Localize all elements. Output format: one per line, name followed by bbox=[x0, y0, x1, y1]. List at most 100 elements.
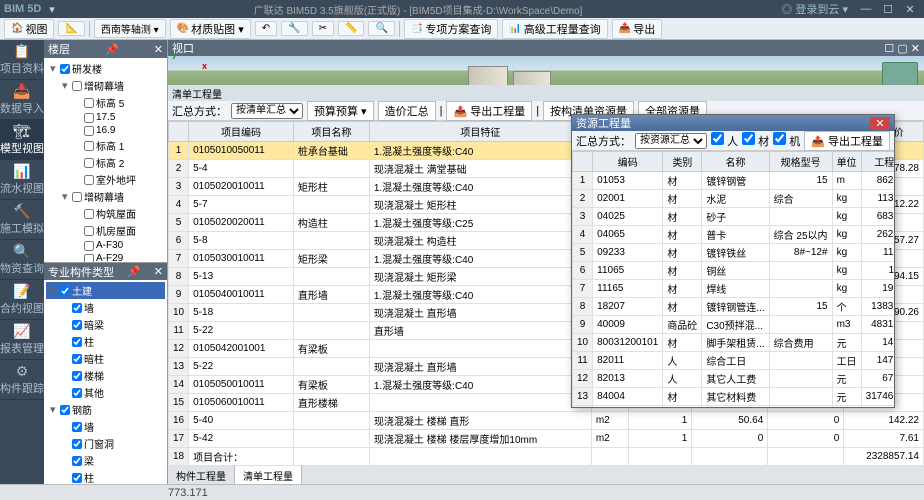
qty-tabs: 构件工程量 清单工程量 bbox=[168, 466, 924, 484]
tree-node[interactable]: 16.9 bbox=[46, 124, 165, 137]
nav-构件跟踪[interactable]: ⚙构件跟踪 bbox=[0, 360, 44, 400]
type-tree[interactable]: ▾土建墙暗梁柱暗柱楼梯其他▾钢筋墙门窗洞梁柱暗柱其他▾给排水管道(水)阀门法兰(… bbox=[44, 280, 167, 484]
table-row[interactable]: 1080031200101材脚手架租赁...综合费用元14.5644806990… bbox=[573, 334, 895, 352]
tree-node[interactable]: ▾土建 bbox=[46, 282, 165, 299]
status-bar: 773.171 bbox=[0, 484, 924, 500]
table-row[interactable]: 509233材镀锌铁丝8#~12#kg11.8353.8545.56 bbox=[573, 244, 895, 262]
table-row[interactable]: 1282013人其它人工费元67.628167.63 bbox=[573, 370, 895, 388]
table-row[interactable]: 165-40现浇混凝土 楼梯 直形m2150.640142.22 bbox=[169, 412, 924, 430]
nav-物资查询[interactable]: 🔍物资查询 bbox=[0, 240, 44, 280]
table-row[interactable]: 611065材铜丝kg11.657.486.21 bbox=[573, 262, 895, 280]
close-button[interactable]: ✕ bbox=[900, 2, 920, 16]
export-button[interactable]: 📤 导出 bbox=[612, 19, 662, 39]
tool-icon-3[interactable]: 🔧 bbox=[281, 21, 307, 36]
title-bar: BIM 5D ▾ 广联达 BIM5D 3.5旗舰版(正式版) - [BIM5D项… bbox=[0, 0, 924, 18]
nav-合约视图[interactable]: 📝合约视图 bbox=[0, 280, 44, 320]
tree-node[interactable]: 室外地坪 bbox=[46, 171, 165, 188]
tool-icon-5[interactable]: 📏 bbox=[338, 21, 364, 36]
advanced-query-button[interactable]: 📊 高级工程量查询 bbox=[502, 19, 607, 39]
table-row[interactable]: 1484005机其它机具费元663.8481663.85 bbox=[573, 406, 895, 408]
tab-list-qty[interactable]: 清单工程量 bbox=[235, 466, 302, 484]
3d-viewport[interactable]: y z x bbox=[168, 56, 924, 85]
resource-export-button[interactable]: 📤 导出工程量 bbox=[804, 131, 890, 151]
main-toolbar: 🏠 视图 📐 西南等轴测 ▾ 🎨 材质贴图 ▾ ↶ 🔧 ✂ 📏 🔍 📑 专项方案… bbox=[0, 18, 924, 40]
tree-node[interactable]: 17.5 bbox=[46, 111, 165, 124]
floor-tree[interactable]: ▾研发楼▾增砌幕墙标高 517.516.9标高 1标高 2室外地坪▾增砌幕墙构筑… bbox=[44, 58, 167, 262]
resource-table[interactable]: 编码类别名称规格型号单位工程量单价合价(元)101053材镀锌钢管15m862.… bbox=[572, 151, 894, 407]
tree-node[interactable]: 墙 bbox=[46, 418, 165, 435]
app-logo: BIM 5D bbox=[4, 3, 41, 15]
tool-icon-6[interactable]: 🔍 bbox=[368, 21, 394, 36]
tree-node[interactable]: ▾研发楼 bbox=[46, 60, 165, 77]
view-button[interactable]: 🏠 视图 bbox=[4, 19, 54, 39]
nav-施工模拟[interactable]: 🔨施工模拟 bbox=[0, 200, 44, 240]
resource-close-button[interactable]: ✕ bbox=[870, 117, 890, 130]
minimize-button[interactable]: — bbox=[856, 2, 876, 16]
tree-node[interactable]: 梁 bbox=[46, 452, 165, 469]
tree-node[interactable]: 其他 bbox=[46, 384, 165, 401]
nav-模型视图[interactable]: 🏗模型视图 bbox=[0, 120, 44, 160]
panel-close-icon[interactable]: ✕ bbox=[154, 43, 163, 56]
filter-machine[interactable]: 机 bbox=[773, 132, 800, 149]
tree-node[interactable]: 标高 2 bbox=[46, 154, 165, 171]
viewport-controls[interactable]: ☐ ▢ ✕ bbox=[884, 42, 920, 55]
table-row[interactable]: 202001材水泥综合kg113.2770.3741.91 bbox=[573, 190, 895, 208]
tree-node[interactable]: ▾钢筋 bbox=[46, 401, 165, 418]
table-row[interactable]: 940009商品砼C30预拌混...m34831.7134101981002.3… bbox=[573, 316, 895, 334]
tree-node[interactable]: 门窗洞 bbox=[46, 435, 165, 452]
tree-node[interactable]: 暗柱 bbox=[46, 350, 165, 367]
summary-mode-select[interactable]: 按清单汇总 bbox=[231, 103, 303, 119]
tree-node[interactable]: 柱 bbox=[46, 333, 165, 350]
axis-select[interactable]: 西南等轴测 ▾ bbox=[94, 19, 166, 38]
table-row[interactable]: 1182011人综合工日工日147.09132.534784.88 bbox=[573, 352, 895, 370]
nav-报表管理[interactable]: 📈报表管理 bbox=[0, 320, 44, 360]
axis-gizmo[interactable]: y z x bbox=[172, 56, 212, 81]
table-row[interactable]: 711165材焊线kg19.4434.6790.8 bbox=[573, 280, 895, 298]
tree-node[interactable]: 标高 5 bbox=[46, 94, 165, 111]
status-coord: 773.171 bbox=[168, 487, 208, 499]
resource-summary-select[interactable]: 按资源汇总 bbox=[635, 133, 707, 149]
tree-node[interactable]: A-F29 bbox=[46, 252, 165, 262]
table-row[interactable]: 101053材镀锌钢管15m862.2593.993440.41 bbox=[573, 172, 895, 190]
resource-floating-panel[interactable]: 资源工程量 ✕ 汇总方式： 按资源汇总 人 材 机 📤 导出工程量 编码类别名称… bbox=[571, 114, 895, 408]
nav-流水视图[interactable]: 📊流水视图 bbox=[0, 160, 44, 200]
special-query-button[interactable]: 📑 专项方案查询 bbox=[404, 19, 498, 39]
filter-person[interactable]: 人 bbox=[711, 132, 738, 149]
tree-node[interactable]: ▾增砌幕墙 bbox=[46, 77, 165, 94]
tab-component-qty[interactable]: 构件工程量 bbox=[168, 466, 235, 484]
table-row[interactable]: 404065材普卡综合 25以内kg262.0590.45117.93 bbox=[573, 226, 895, 244]
table-row[interactable]: 1384004材其它材料费元31746.666131746.65 bbox=[573, 388, 895, 406]
tool-icon-4[interactable]: ✂ bbox=[312, 21, 334, 36]
nav-项目资料[interactable]: 📋项目资料 bbox=[0, 40, 44, 80]
table-row[interactable]: 818207材镀锌钢管连...15个1383.8410.52719.6 bbox=[573, 298, 895, 316]
tree-node[interactable]: 楼梯 bbox=[46, 367, 165, 384]
budget-select[interactable]: 预算预算 ▾ bbox=[307, 101, 374, 121]
maximize-button[interactable]: ☐ bbox=[878, 2, 898, 16]
tool-icon-1[interactable]: 📐 bbox=[58, 21, 84, 36]
tree-node[interactable]: 标高 1 bbox=[46, 137, 165, 154]
filter-material[interactable]: 材 bbox=[742, 132, 769, 149]
tree-node[interactable]: ▾增砌幕墙 bbox=[46, 188, 165, 205]
view-cube[interactable] bbox=[882, 62, 918, 85]
cost-summary-button[interactable]: 造价汇总 bbox=[378, 101, 436, 121]
material-button[interactable]: 🎨 材质贴图 ▾ bbox=[170, 19, 251, 39]
tree-node[interactable]: 构筑屋面 bbox=[46, 205, 165, 222]
user-menu[interactable]: ◎ 登录到云 ▾ bbox=[781, 1, 848, 17]
floor-panel-header: 楼层 📌 ✕ bbox=[44, 40, 167, 58]
pin-icon[interactable]: 📌 bbox=[127, 265, 141, 278]
qty-panel-title: 清单工程量 bbox=[168, 85, 924, 101]
tree-node[interactable]: A-F30 bbox=[46, 239, 165, 252]
nav-数据导入[interactable]: 📥数据导入 bbox=[0, 80, 44, 120]
panel-close-icon[interactable]: ✕ bbox=[154, 265, 163, 278]
tree-node[interactable]: 墙 bbox=[46, 299, 165, 316]
tool-icon-2[interactable]: ↶ bbox=[255, 21, 277, 36]
table-row[interactable]: 18项目合计：2328857.14 bbox=[169, 448, 924, 466]
pin-icon[interactable]: 📌 bbox=[105, 43, 119, 56]
table-row[interactable]: 304025材砂子kg683.0440.0427.32 bbox=[573, 208, 895, 226]
tree-node[interactable]: 机房屋面 bbox=[46, 222, 165, 239]
resource-panel-header[interactable]: 资源工程量 ✕ bbox=[572, 115, 894, 131]
tree-node[interactable]: 暗梁 bbox=[46, 316, 165, 333]
export-qty-button[interactable]: 📤 导出工程量 bbox=[446, 101, 532, 121]
table-row[interactable]: 175-42现浇混凝土 楼梯 楼层厚度增加10mmm21007.61 bbox=[169, 430, 924, 448]
tree-node[interactable]: 柱 bbox=[46, 469, 165, 484]
